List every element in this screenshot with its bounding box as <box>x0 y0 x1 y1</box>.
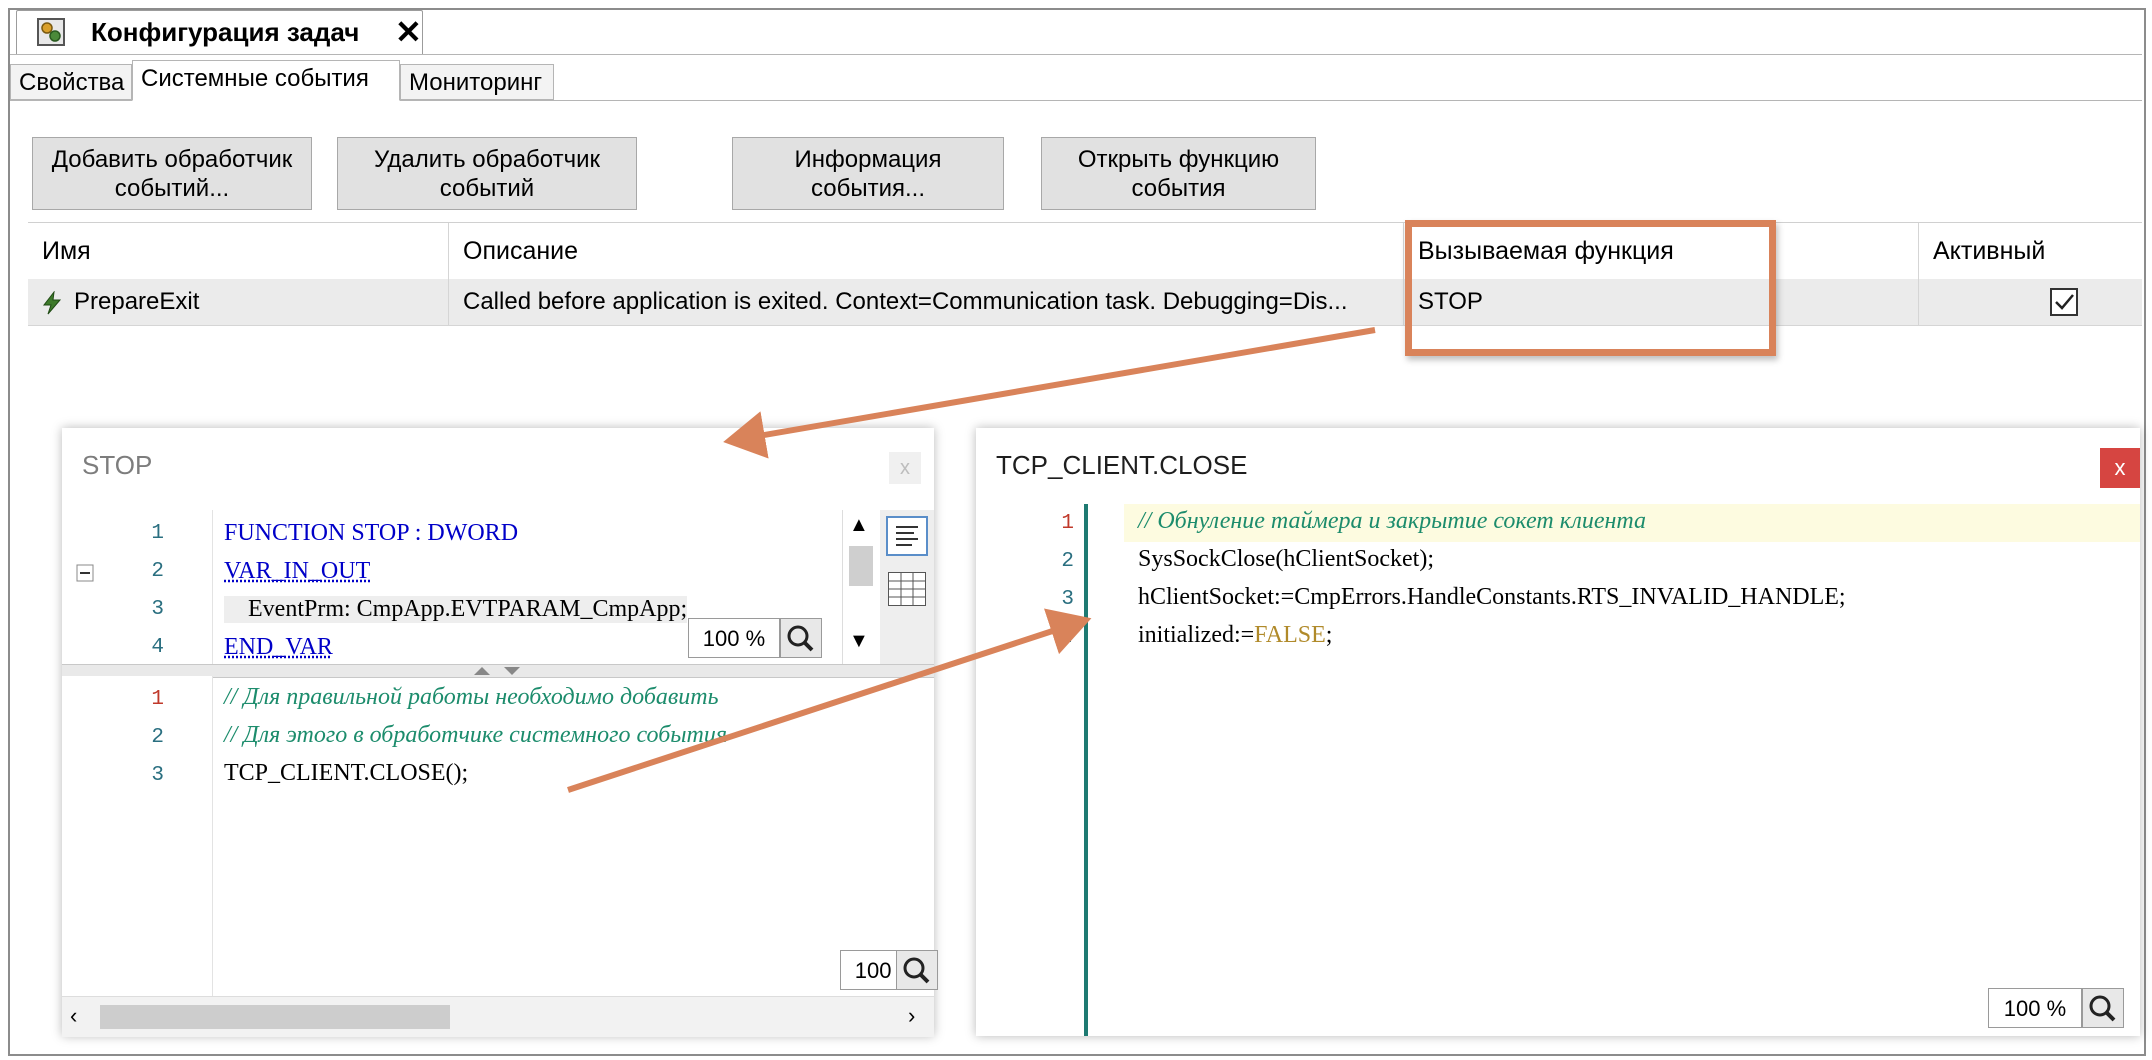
code-line[interactable]: END_VAR <box>224 634 333 661</box>
scroll-up-icon[interactable]: ▲ <box>849 514 869 537</box>
vertical-scrollbar[interactable]: ▲ ▼ <box>842 510 879 664</box>
document-tab-title: Конфигурация задач <box>91 17 360 47</box>
line-number: 3 <box>151 598 164 621</box>
horizontal-scrollbar[interactable]: ‹ › <box>62 996 934 1037</box>
line-number: 1 <box>151 522 164 545</box>
column-header-description[interactable]: Описание <box>448 223 1403 280</box>
event-info-button[interactable]: Информация события... <box>732 137 1004 210</box>
zoom-icon[interactable] <box>896 950 938 990</box>
stop-function-window: STOP x 1 2 3 4 FUNCTION STOP : DWORD VAR… <box>62 428 934 1037</box>
scroll-down-icon[interactable]: ▼ <box>849 630 869 653</box>
scroll-left-icon[interactable]: ‹ <box>70 1003 77 1029</box>
text-view-icon[interactable] <box>886 516 928 556</box>
column-header-active[interactable]: Активный <box>1918 223 2142 280</box>
event-icon <box>42 289 62 314</box>
window-title: STOP <box>82 450 153 480</box>
delete-handler-label: Удалить обработчик событий <box>373 145 601 202</box>
tab-properties[interactable]: Свойства <box>10 64 132 100</box>
highlight-box <box>1405 220 1776 356</box>
active-checkbox[interactable] <box>2049 287 2079 317</box>
tab-monitoring[interactable]: Мониторинг <box>400 64 554 100</box>
line-number: 2 <box>151 560 164 583</box>
task-config-icon <box>37 18 65 46</box>
document-tab[interactable]: Конфигурация задач ✕ <box>16 10 423 55</box>
add-handler-button[interactable]: Добавить обработчик событий... <box>32 137 312 210</box>
code-line[interactable]: FUNCTION STOP : DWORD <box>224 520 518 547</box>
open-function-button[interactable]: Открыть функцию события <box>1041 137 1316 210</box>
code-line[interactable]: // Для правильной работы необходимо доба… <box>224 684 719 711</box>
scroll-thumb[interactable] <box>849 546 873 586</box>
zoom-level[interactable]: 100 % <box>688 618 780 658</box>
line-number: 1 <box>151 688 164 711</box>
code-line[interactable]: TCP_CLIENT.CLOSE(); <box>224 760 468 787</box>
divider <box>10 54 2142 55</box>
open-function-label: Открыть функцию события <box>1077 145 1280 202</box>
zoom-icon[interactable] <box>780 618 822 658</box>
zoom-level[interactable]: 100 % <box>1988 988 2082 1028</box>
close-icon[interactable]: ✕ <box>395 13 422 51</box>
line-number: 1 <box>1061 512 1074 535</box>
line-number: 3 <box>151 764 164 787</box>
code-line[interactable]: SysSockClose(hClientSocket); <box>1138 546 1434 573</box>
code-line[interactable]: // Обнуление таймера и закрытие сокет кл… <box>1138 508 1646 535</box>
collapse-icon[interactable] <box>76 564 94 582</box>
cell-description: Called before application is exited. Con… <box>448 279 1403 325</box>
code-line[interactable]: hClientSocket:=CmpErrors.HandleConstants… <box>1138 584 1846 611</box>
change-bar <box>1084 504 1088 1036</box>
add-handler-label: Добавить обработчик событий... <box>51 145 293 202</box>
line-number-gutter: 1 2 3 4 <box>976 504 1084 1036</box>
close-button[interactable]: x <box>889 452 921 484</box>
table-row[interactable]: PrepareExit Called before application is… <box>28 279 2142 326</box>
event-info-label: Информация события... <box>794 145 942 202</box>
line-number-gutter: 1 2 3 <box>62 676 213 996</box>
line-number-gutter: 1 2 3 4 <box>62 510 213 664</box>
line-number: 2 <box>151 726 164 749</box>
column-header-name[interactable]: Имя <box>28 223 448 280</box>
side-toolbar <box>880 510 934 664</box>
cell-active <box>1918 279 2142 325</box>
line-number: 3 <box>1061 588 1074 611</box>
delete-handler-button[interactable]: Удалить обработчик событий <box>337 137 637 210</box>
tab-system-events[interactable]: Системные события <box>132 60 400 101</box>
table-view-icon[interactable] <box>888 572 926 606</box>
code-line[interactable]: EventPrm: CmpApp.EVTPARAM_CmpApp; <box>224 596 688 623</box>
close-button[interactable]: x <box>2100 448 2140 488</box>
table-header: Имя Описание Вызываемая функция Активный <box>28 222 2142 281</box>
tcp-client-close-window: TCP_CLIENT.CLOSE x 1 2 3 4 // Обнуление … <box>976 428 2140 1036</box>
cell-name: PrepareExit <box>28 279 448 325</box>
event-name: PrepareExit <box>74 288 200 315</box>
code-line[interactable]: initialized:=FALSE; <box>1138 622 1332 649</box>
line-number: 4 <box>151 636 164 659</box>
scroll-thumb[interactable] <box>100 1005 450 1029</box>
code-body[interactable]: // Для правильной работы необходимо доба… <box>212 676 934 996</box>
window-title: TCP_CLIENT.CLOSE <box>996 450 1248 480</box>
scroll-right-icon[interactable]: › <box>908 1003 915 1029</box>
zoom-icon[interactable] <box>2082 988 2124 1028</box>
code-line[interactable]: // Для этого в обработчике системного со… <box>224 722 727 749</box>
line-number: 4 <box>1061 626 1074 649</box>
line-number: 2 <box>1061 550 1074 573</box>
splitter-arrows-icon[interactable] <box>470 663 526 677</box>
code-line[interactable]: VAR_IN_OUT <box>224 558 370 585</box>
